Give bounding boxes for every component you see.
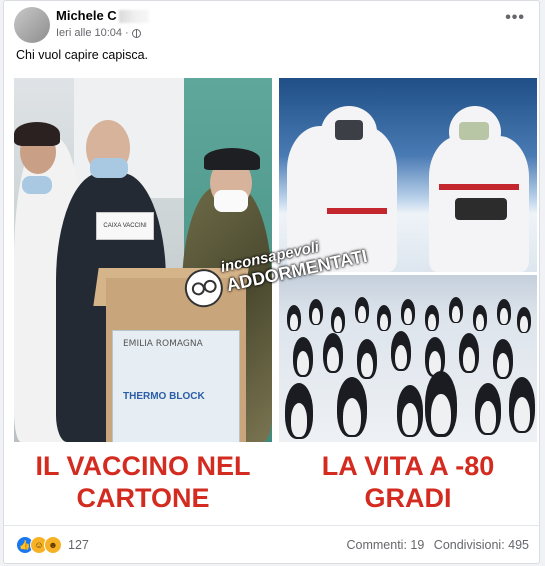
penguin	[517, 307, 531, 333]
comments-count[interactable]: Commenti: 19	[347, 538, 425, 552]
penguin	[309, 299, 323, 325]
avatar[interactable]	[14, 7, 50, 43]
photo-visor-right	[459, 122, 489, 140]
post-stats: Commenti: 19 Condivisioni: 495	[347, 538, 530, 552]
caption-left: IL VACCINO NEL CARTONE	[35, 451, 251, 513]
cooler-label: THERMO BLOCK	[123, 391, 205, 402]
penguin	[293, 337, 313, 377]
post-meta: Ieri alle 10:04 ·	[56, 27, 141, 39]
globe-icon	[131, 28, 141, 38]
penguin	[449, 297, 463, 323]
photo-mask-right	[214, 190, 248, 212]
penguin	[323, 333, 343, 373]
photo-visor-left	[335, 120, 363, 140]
penguin	[473, 305, 487, 331]
caption-right: LA VITA A -80 GRADI	[321, 451, 495, 513]
photo-stripe-left	[327, 208, 387, 214]
post-image[interactable]: CAIXA VACCINI EMILIA ROMAGNA THERMO BLOC…	[4, 70, 539, 523]
wow-icon: ☻	[44, 536, 62, 554]
penguin	[331, 307, 345, 333]
penguin	[357, 339, 377, 379]
post-author[interactable]: Michele C	[56, 8, 149, 24]
post-timestamp[interactable]: Ieri alle 10:04	[56, 27, 122, 39]
penguin	[425, 305, 439, 331]
penguin	[355, 297, 369, 323]
penguin	[377, 305, 391, 331]
penguin	[287, 305, 301, 331]
photo-mask-center	[90, 158, 128, 178]
penguin	[401, 299, 415, 325]
penguin	[493, 339, 513, 379]
photo-hair	[14, 122, 60, 146]
shares-count[interactable]: Condivisioni: 495	[434, 538, 529, 552]
photo-mask-left	[22, 176, 52, 194]
penguin	[509, 377, 535, 433]
reaction-count: 127	[68, 538, 89, 552]
penguins-photo	[279, 275, 537, 442]
box-handwriting: EMILIA ROMAGNA	[123, 339, 203, 349]
post-text: Chi vuol capire capisca.	[16, 48, 149, 62]
penguin	[391, 331, 411, 371]
penguin	[285, 383, 313, 439]
blurred-name	[118, 10, 149, 24]
penguin	[425, 371, 457, 437]
penguin	[337, 377, 367, 437]
photo-beret	[204, 148, 260, 170]
penguin	[497, 299, 511, 325]
more-options-button[interactable]: •••	[505, 10, 525, 26]
post-card: Michele C Ieri alle 10:04 · ••• Chi vuol…	[3, 0, 540, 564]
photo-vial-box: CAIXA VACCINI	[96, 212, 154, 240]
penguin	[475, 383, 501, 435]
photo-waist-pack	[455, 198, 507, 220]
penguin	[459, 333, 479, 373]
meta-separator: ·	[125, 27, 129, 39]
photo-cooler: EMILIA ROMAGNA THERMO BLOCK	[112, 330, 240, 442]
photo-stripe-right	[439, 184, 519, 190]
penguin	[397, 385, 423, 437]
reactions-summary[interactable]: 👍 ☺ ☻ 127	[16, 536, 89, 554]
footer-divider	[4, 525, 539, 526]
